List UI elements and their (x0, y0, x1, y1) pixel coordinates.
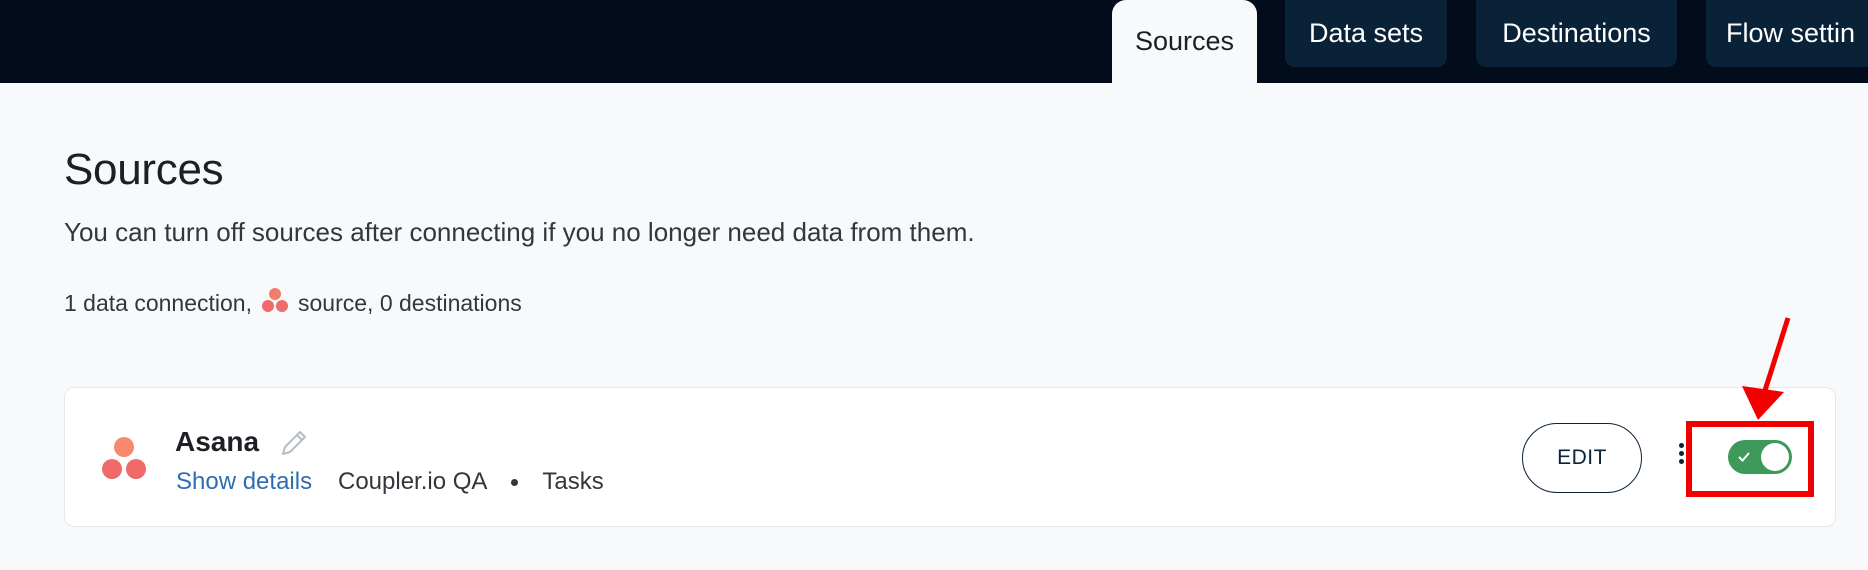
edit-button[interactable]: EDIT (1522, 423, 1642, 493)
summary-source-text: source, (297, 289, 374, 316)
tab-data-sets[interactable]: Data sets (1285, 0, 1447, 67)
pencil-icon[interactable] (277, 426, 311, 460)
source-entity: Tasks (542, 468, 604, 495)
separator-dot (511, 478, 519, 486)
source-card: Asana Show details Coupler.io QA Tasks E… (64, 387, 1836, 527)
source-meta: Coupler.io QA Tasks (338, 468, 604, 496)
asana-logo-icon (261, 288, 288, 312)
tab-sources[interactable]: Sources (1112, 0, 1257, 83)
connection-summary: 1 data connection, source, 0 destination… (64, 288, 522, 318)
summary-destination-count: 0 (379, 289, 393, 316)
tab-flow-settings[interactable]: Flow settin (1706, 0, 1868, 67)
tab-destinations[interactable]: Destinations (1476, 0, 1677, 67)
asana-logo-icon (102, 437, 146, 479)
show-details-link[interactable]: Show details (176, 468, 312, 496)
source-name: Asana (175, 426, 260, 457)
annotation-highlight-box (1686, 421, 1814, 497)
annotation-arrow-icon (1742, 317, 1791, 420)
page-title: Sources (64, 145, 224, 194)
summary-connections-text: 1 data connection, (64, 289, 252, 316)
page-description: You can turn off sources after connectin… (64, 217, 975, 247)
top-navigation-bar: Sources Data sets Destinations Flow sett… (0, 0, 1868, 83)
summary-destinations-text: destinations (399, 289, 522, 316)
source-account: Coupler.io QA (338, 468, 488, 495)
